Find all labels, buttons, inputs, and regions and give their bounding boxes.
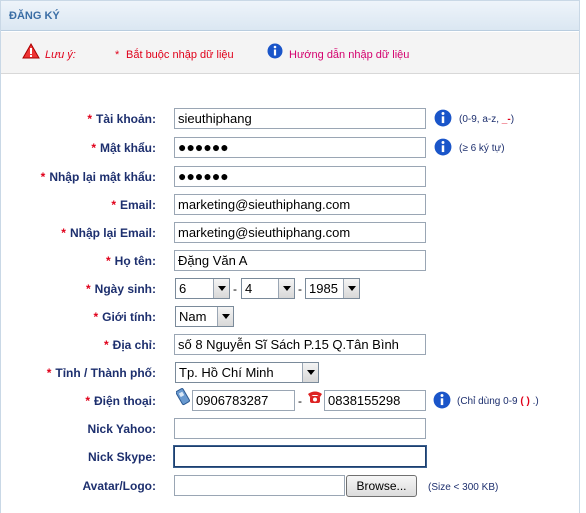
email-confirm-input[interactable]: marketing@sieuthiphang.com bbox=[174, 222, 426, 243]
fullname-label: * Họ tên: bbox=[106, 254, 156, 268]
password-input[interactable]: ●●●●●● bbox=[174, 137, 426, 158]
notes-bar: Lưu ý: * Bắt buộc nhập dữ liệu Hướng dẫn… bbox=[1, 32, 579, 74]
page-title: ĐĂNG KÝ bbox=[9, 10, 60, 22]
address-input[interactable]: số 8 Nguyễn Sĩ Sách P.15 Q.Tân Bình bbox=[174, 334, 426, 355]
note-label: Lưu ý: bbox=[45, 49, 76, 61]
phone-hint: (Chỉ dùng 0-9 ( ) .) bbox=[457, 396, 539, 407]
row-city: * Tỉnh / Thành phố: Tp. Hồ Chí Minh bbox=[1, 362, 579, 384]
telephone-icon bbox=[306, 389, 324, 408]
password-label: * Mật khẩu: bbox=[91, 141, 156, 155]
birthday-label: * Ngày sinh: bbox=[85, 282, 156, 296]
row-phone: * Điện thoại: 0906783287 - 0838155298 (Ch… bbox=[1, 388, 579, 412]
gender-label: * Giới tính: bbox=[93, 310, 156, 324]
info-icon bbox=[267, 43, 283, 62]
row-account: * Tài khoản: sieuthiphang (0-9, a-z, _-) bbox=[1, 108, 579, 130]
row-password-confirm: * Nhập lại mật khẩu: ●●●●●● bbox=[1, 166, 579, 188]
email-label: * Email: bbox=[111, 198, 156, 212]
required-note: Bắt buộc nhập dữ liệu bbox=[126, 49, 234, 61]
row-email-confirm: * Nhập lại Email: marketing@sieuthiphang.… bbox=[1, 222, 579, 244]
city-select[interactable]: Tp. Hồ Chí Minh bbox=[175, 362, 319, 383]
avatar-file-input[interactable] bbox=[174, 475, 345, 496]
chevron-down-icon bbox=[278, 279, 294, 298]
avatar-label: Avatar/Logo: bbox=[82, 479, 156, 493]
phone-label: * Điện thoại: bbox=[85, 394, 156, 408]
row-avatar: Avatar/Logo: Browse... (Size < 300 KB) bbox=[1, 475, 579, 497]
birth-day-select[interactable]: 6 bbox=[175, 278, 230, 299]
email-confirm-label: * Nhập lại Email: bbox=[61, 226, 156, 240]
row-birthday: * Ngày sinh: 6 - 4 - 1985 bbox=[1, 278, 579, 300]
title-bar: ĐĂNG KÝ bbox=[1, 1, 579, 31]
mobile-phone-input[interactable]: 0906783287 bbox=[192, 390, 295, 411]
skype-input[interactable] bbox=[173, 445, 427, 468]
account-label: * Tài khoản: bbox=[87, 112, 156, 126]
row-password: * Mật khẩu: ●●●●●● (≥ 6 ký tự) bbox=[1, 137, 579, 159]
yahoo-label: Nick Yahoo: bbox=[87, 422, 156, 436]
warning-icon bbox=[22, 42, 40, 62]
help-note: Hướng dẫn nhập dữ liệu bbox=[289, 49, 410, 61]
account-hint: (0-9, a-z, _-) bbox=[459, 114, 515, 125]
browse-button[interactable]: Browse... bbox=[346, 475, 417, 497]
mobile-phone-icon bbox=[175, 388, 190, 409]
row-fullname: * Họ tên: Đặng Văn A bbox=[1, 250, 579, 272]
required-star: * bbox=[115, 49, 120, 61]
fullname-input[interactable]: Đặng Văn A bbox=[174, 250, 426, 271]
info-icon[interactable] bbox=[433, 391, 451, 412]
phone-separator: - bbox=[298, 394, 302, 408]
row-address: * Địa chỉ: số 8 Nguyễn Sĩ Sách P.15 Q.Tân… bbox=[1, 334, 579, 356]
skype-label: Nick Skype: bbox=[87, 450, 156, 464]
password-confirm-label: * Nhập lại mật khẩu: bbox=[40, 170, 156, 184]
row-email: * Email: marketing@sieuthiphang.com bbox=[1, 194, 579, 216]
info-icon[interactable] bbox=[434, 109, 452, 130]
chevron-down-icon bbox=[213, 279, 229, 298]
chevron-down-icon bbox=[302, 363, 318, 382]
gender-select[interactable]: Nam bbox=[175, 306, 234, 327]
row-gender: * Giới tính: Nam bbox=[1, 306, 579, 328]
account-input[interactable]: sieuthiphang bbox=[174, 108, 426, 129]
yahoo-input[interactable] bbox=[174, 418, 426, 439]
email-input[interactable]: marketing@sieuthiphang.com bbox=[174, 194, 426, 215]
birth-month-select[interactable]: 4 bbox=[241, 278, 295, 299]
chevron-down-icon bbox=[217, 307, 233, 326]
password-hint: (≥ 6 ký tự) bbox=[459, 143, 505, 154]
avatar-hint: (Size < 300 KB) bbox=[428, 482, 499, 493]
birth-year-select[interactable]: 1985 bbox=[305, 278, 360, 299]
city-label: * Tỉnh / Thành phố: bbox=[46, 366, 156, 380]
date-separator: - bbox=[233, 282, 237, 296]
registration-panel: ĐĂNG KÝ Lưu ý: * Bắt buộc nhập dữ liệu H… bbox=[0, 0, 580, 513]
landline-phone-input[interactable]: 0838155298 bbox=[324, 390, 426, 411]
address-label: * Địa chỉ: bbox=[103, 338, 156, 352]
row-yahoo: Nick Yahoo: bbox=[1, 418, 579, 440]
chevron-down-icon bbox=[343, 279, 359, 298]
row-skype: Nick Skype: bbox=[1, 445, 579, 468]
password-confirm-input[interactable]: ●●●●●● bbox=[174, 166, 426, 187]
date-separator: - bbox=[298, 282, 302, 296]
info-icon[interactable] bbox=[434, 138, 452, 159]
